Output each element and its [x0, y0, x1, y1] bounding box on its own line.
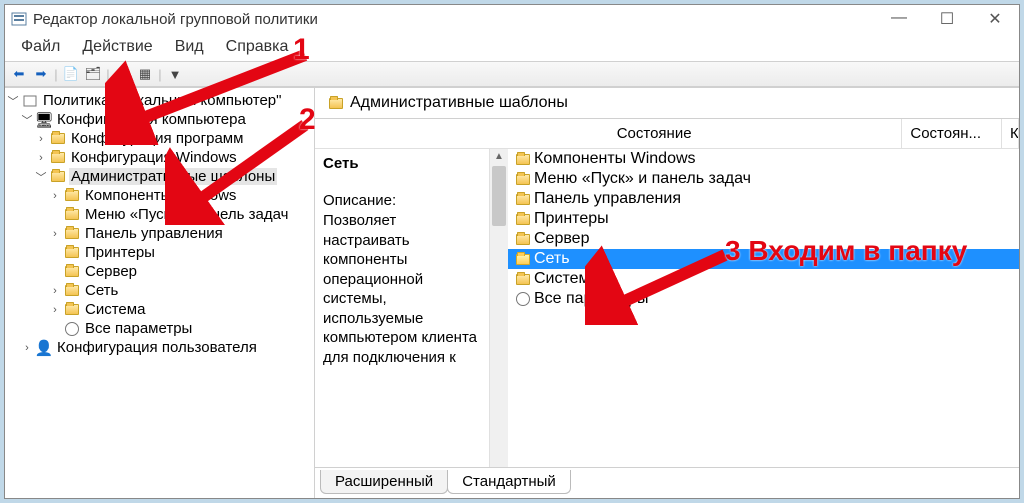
folder-icon	[64, 303, 80, 317]
folder-icon	[50, 151, 66, 165]
description-pane: Сеть Описание: Позволяет настраивать ком…	[315, 149, 490, 467]
tree-software-config[interactable]: ›Конфигурация программ	[7, 129, 312, 148]
scroll-up-icon[interactable]: ▲	[494, 149, 504, 164]
user-icon: 👤	[36, 341, 52, 355]
tree-control-panel[interactable]: ›Панель управления	[7, 224, 312, 243]
tree-admin-templates[interactable]: ﹀Административные шаблоны	[7, 167, 312, 186]
computer-icon: 🖥	[36, 113, 52, 127]
tab-standard[interactable]: Стандартный	[447, 470, 571, 494]
col-state2[interactable]: Состоян...	[902, 119, 1002, 148]
list-item-system[interactable]: Система	[508, 269, 1019, 289]
tab-extended[interactable]: Расширенный	[320, 470, 448, 494]
menu-help[interactable]: Справка	[216, 36, 299, 58]
view-tabs: Расширенный Стандартный	[315, 468, 1019, 498]
folder-icon	[515, 252, 531, 266]
list-item-server[interactable]: Сервер	[508, 229, 1019, 249]
tree-all-settings[interactable]: Все параметры	[7, 319, 312, 338]
separator: |	[53, 64, 59, 84]
app-icon	[11, 11, 27, 27]
maximize-button[interactable]: ☐	[935, 9, 959, 29]
policy-icon	[22, 94, 38, 108]
details-title: Административные шаблоны	[350, 94, 568, 112]
folder-icon	[64, 284, 80, 298]
tree-system[interactable]: ›Система	[7, 300, 312, 319]
column-headers: . Состояние Состоян... Комментари	[315, 119, 1019, 149]
section-name: Сеть	[323, 155, 481, 172]
tree-components-windows[interactable]: ›Компоненты Windows	[7, 186, 312, 205]
refresh-button[interactable]: ▦	[135, 64, 155, 84]
folder-icon	[515, 192, 531, 206]
separator: |	[105, 64, 111, 84]
up-button[interactable]: 📄	[61, 64, 81, 84]
gpedit-window: Редактор локальной групповой политики — …	[4, 4, 1020, 499]
details-pane: Административные шаблоны . Состояние Сос…	[315, 88, 1019, 498]
window-controls: — ☐ ✕	[887, 9, 1013, 29]
props-button[interactable]: 🗂	[83, 64, 103, 84]
help-button[interactable]: ?	[113, 64, 133, 84]
list-item-network[interactable]: Сеть	[508, 249, 1019, 269]
folder-icon	[64, 265, 80, 279]
folder-icon	[515, 232, 531, 246]
forward-button[interactable]: ➡	[31, 64, 51, 84]
folder-icon	[515, 212, 531, 226]
tree-computer-config[interactable]: ﹀🖥Конфигурация компьютера	[7, 110, 312, 129]
toolbar: ⬅ ➡ | 📄 🗂 | ? ▦ | ▼	[5, 61, 1019, 87]
tree-pane[interactable]: ﹀Политика "Локальный компьютер" ﹀🖥Конфиг…	[5, 88, 315, 498]
list-item-control-panel[interactable]: Панель управления	[508, 189, 1019, 209]
list-item-all-settings[interactable]: Все параметры	[508, 289, 1019, 309]
scroll-thumb[interactable]	[492, 166, 506, 226]
menu-action[interactable]: Действие	[72, 36, 162, 58]
tree-user-config[interactable]: ›👤Конфигурация пользователя	[7, 338, 312, 357]
menubar: Файл Действие Вид Справка	[5, 33, 1019, 61]
list-item-printers[interactable]: Принтеры	[508, 209, 1019, 229]
folder-icon	[64, 208, 80, 222]
folder-icon	[64, 227, 80, 241]
tree-windows-config[interactable]: ›Конфигурация Windows	[7, 148, 312, 167]
minimize-button[interactable]: —	[887, 9, 911, 29]
col-comment[interactable]: Комментари	[1002, 119, 1019, 148]
scrollbar-left[interactable]: ▲	[490, 149, 508, 467]
tree-start-menu[interactable]: Меню «Пуск» и панель задач	[7, 205, 312, 224]
folder-icon	[328, 96, 344, 110]
gear-icon	[515, 292, 531, 306]
tree-printers[interactable]: Принтеры	[7, 243, 312, 262]
list-item-components[interactable]: Компоненты Windows	[508, 149, 1019, 169]
tree-root[interactable]: ﹀Политика "Локальный компьютер"	[7, 91, 312, 110]
tree-network[interactable]: ›Сеть	[7, 281, 312, 300]
close-button[interactable]: ✕	[983, 9, 1007, 29]
folder-icon	[64, 189, 80, 203]
col-state[interactable]: Состояние	[609, 119, 903, 148]
filter-button[interactable]: ▼	[165, 64, 185, 84]
description-text: Позволяет настраивать компоненты операци…	[323, 211, 481, 367]
menu-file[interactable]: Файл	[11, 36, 70, 58]
menu-view[interactable]: Вид	[165, 36, 214, 58]
separator: |	[157, 64, 163, 84]
folder-icon	[50, 132, 66, 146]
details-header: Административные шаблоны	[315, 88, 1019, 119]
folder-list[interactable]: Компоненты Windows Меню «Пуск» и панель …	[508, 149, 1019, 467]
folder-icon	[515, 172, 531, 186]
folder-icon	[515, 272, 531, 286]
details-body: Сеть Описание: Позволяет настраивать ком…	[315, 149, 1019, 468]
gear-icon	[64, 322, 80, 336]
back-button[interactable]: ⬅	[9, 64, 29, 84]
folder-icon	[64, 246, 80, 260]
folder-icon	[50, 170, 66, 184]
list-item-start[interactable]: Меню «Пуск» и панель задач	[508, 169, 1019, 189]
window-title: Редактор локальной групповой политики	[33, 11, 318, 28]
folder-icon	[515, 152, 531, 166]
content-area: ﹀Политика "Локальный компьютер" ﹀🖥Конфиг…	[5, 87, 1019, 498]
description-label: Описание:	[323, 192, 481, 209]
titlebar: Редактор локальной групповой политики — …	[5, 5, 1019, 33]
tree-server[interactable]: Сервер	[7, 262, 312, 281]
